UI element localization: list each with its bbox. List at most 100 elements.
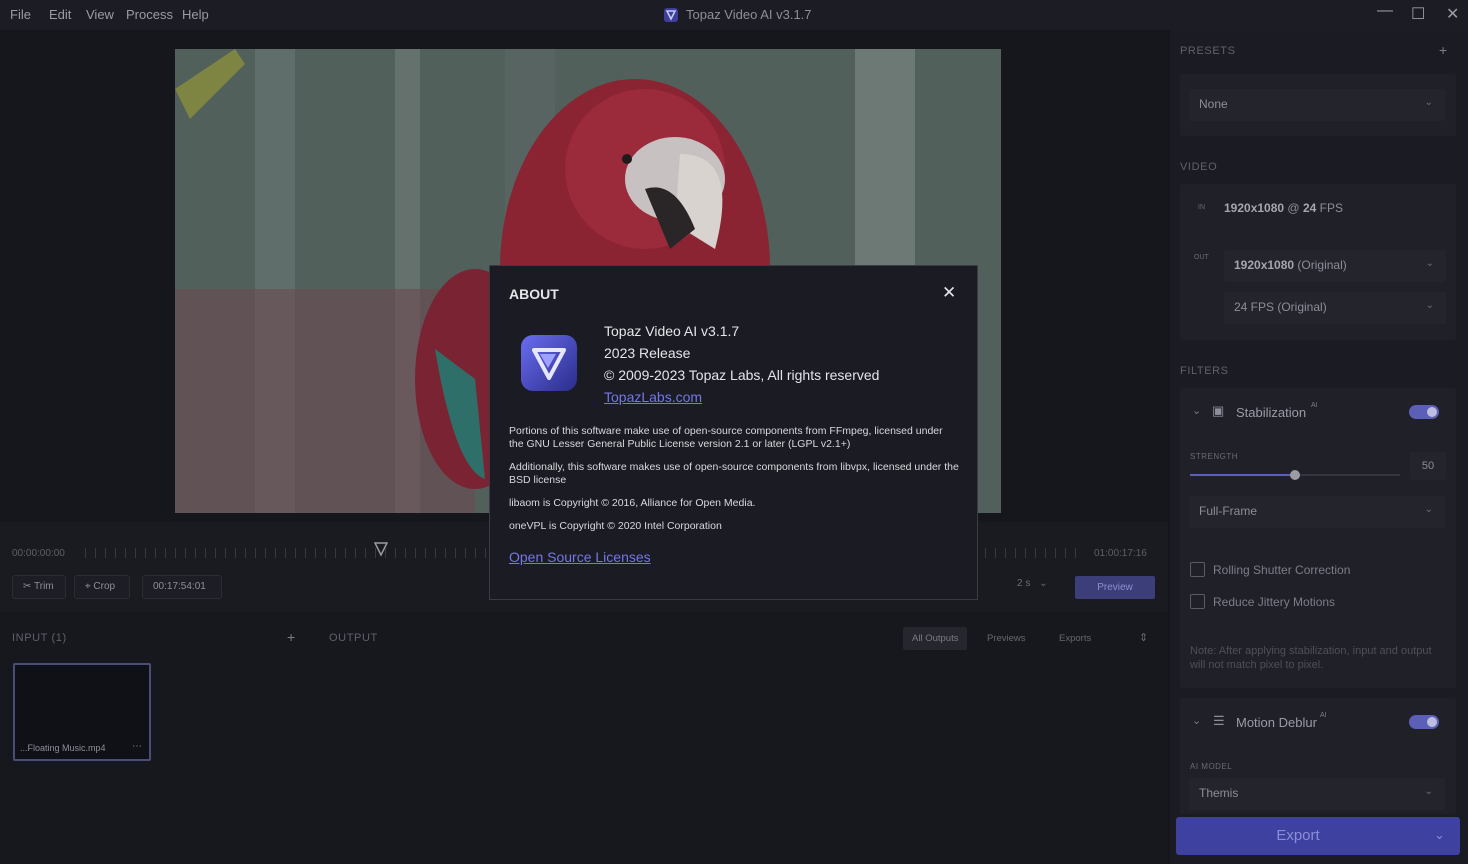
menu-view[interactable]: View [86,7,114,22]
about-release: 2023 Release [604,345,691,361]
stabilization-icon: ▣ [1212,403,1225,418]
chevron-down-icon: ⌄ [1424,504,1433,515]
zoom-select[interactable]: 2 s ⌄ [1017,578,1048,589]
menu-help[interactable]: Help [182,7,209,22]
menu-process[interactable]: Process [126,7,173,22]
input-header: INPUT (1) [12,632,67,644]
zoom-label: 2 s [1017,578,1031,589]
crop-icon: ⌖ [85,581,91,592]
out-fps: 24 FPS (Original) [1234,300,1327,314]
strength-slider[interactable] [1190,470,1400,480]
ai-model-value: Themis [1199,786,1239,800]
out-label: OUT [1194,254,1209,261]
stabilization-name: Stabilization [1236,405,1307,420]
in-fps: 24 [1302,201,1317,215]
rolling-shutter-checkbox[interactable] [1190,562,1205,577]
presets-value: None [1199,97,1228,111]
motion-deblur-ai-badge: AI [1320,712,1327,719]
export-button[interactable]: Export ⌄ [1176,817,1460,855]
presets-header: PRESETS [1180,45,1236,57]
in-fps-unit: FPS [1319,201,1343,215]
reduce-jittery-label: Reduce Jittery Motions [1213,595,1336,609]
playhead-icon[interactable] [374,542,388,558]
rolling-shutter-label: Rolling Shutter Correction [1213,563,1351,577]
motion-deblur-toggle[interactable] [1409,715,1439,729]
reduce-jittery-checkbox[interactable] [1190,594,1205,609]
stabilization-toggle[interactable] [1409,405,1439,419]
strength-fill [1190,474,1295,476]
stabilization-card [1180,388,1456,688]
ffmpeg-note: Portions of this software make use of op… [509,425,943,450]
stabilization-mode-dropdown[interactable]: Full-Frame ⌄ [1189,496,1445,528]
ai-model-label: AI MODEL [1190,762,1233,771]
menu-file[interactable]: File [10,7,31,22]
output-resolution-dropdown[interactable]: 1920x1080 (Original) ⌄ [1224,250,1446,282]
chevron-down-icon[interactable]: ⌄ [1434,827,1445,843]
filters-header: FILTERS [1180,365,1229,377]
topaz-logo-icon [521,335,577,391]
tab-all-outputs[interactable]: All Outputs [903,627,968,650]
tab-exports[interactable]: Exports [1050,627,1100,650]
output-panel [318,615,1168,864]
export-label: Export [1276,827,1320,844]
sort-icon[interactable]: ⇕ [1139,631,1148,644]
chevron-down-icon: ⌄ [1425,258,1434,269]
minimize-icon[interactable]: — [1377,2,1393,20]
input-video-info: 1920x1080 @ 24 FPS [1224,201,1343,215]
about-title: ABOUT [509,286,559,302]
open-source-licenses-link[interactable]: Open Source Licenses [509,549,651,565]
more-icon[interactable]: ⋯ [132,741,142,752]
chevron-down-icon: ⌄ [1039,578,1048,589]
crop-button[interactable]: ⌖ Crop [74,575,130,599]
out-resolution-note: (Original) [1297,258,1347,272]
input-thumbnail[interactable]: ...Floating Music.mp4 ⋯ [13,663,151,761]
out-resolution: 1920x1080 [1234,258,1295,272]
in-resolution: 1920x1080 [1224,201,1285,215]
chevron-down-icon: ⌄ [1424,786,1433,797]
menu-edit[interactable]: Edit [49,7,71,22]
libaom-note: libaom is Copyright © 2016, Alliance for… [509,497,756,509]
output-fps-dropdown[interactable]: 24 FPS (Original) ⌄ [1224,292,1446,324]
motion-deblur-name: Motion Deblur [1236,715,1317,730]
add-preset-button[interactable]: + [1439,42,1447,58]
strength-handle[interactable] [1290,470,1300,480]
add-input-button[interactable]: + [287,629,295,645]
timeline-start-time: 00:00:00:00 [12,548,65,559]
website-link[interactable]: TopazLabs.com [604,389,702,405]
video-header: VIDEO [1180,161,1218,173]
stabilization-note: Note: After applying stabilization, inpu… [1190,645,1432,671]
chevron-down-icon: ⌄ [1424,97,1433,108]
topaz-logo-icon [664,8,678,22]
chevron-down-icon: ⌄ [1425,300,1434,311]
libvpx-note: Additionally, this software makes use of… [509,461,959,486]
chevron-down-icon[interactable]: ⌄ [1192,714,1201,727]
in-label: IN [1198,204,1205,211]
stabilization-mode: Full-Frame [1199,504,1258,518]
presets-dropdown[interactable]: None ⌄ [1189,89,1445,121]
motion-deblur-icon: ☰ [1213,713,1225,728]
close-icon[interactable]: ✕ [1446,4,1459,24]
current-time-value: 00:17:54:01 [153,581,206,592]
trim-button[interactable]: ✂ Trim [12,575,66,599]
current-time-field[interactable]: 00:17:54:01 [142,575,222,599]
tab-previews[interactable]: Previews [978,627,1035,650]
crop-label: Crop [93,581,116,592]
in-at: @ [1287,201,1300,215]
about-dialog: ABOUT ✕ Topaz Video AI v3.1.7 2023 Relea… [489,265,978,600]
onevpl-note: oneVPL is Copyright © 2020 Intel Corpora… [509,520,722,532]
app-title: Topaz Video AI v3.1.7 [686,7,812,22]
stabilization-ai-badge: AI [1311,402,1318,409]
preview-button[interactable]: Preview [1075,576,1155,599]
timeline-end-time: 01:00:17:16 [1094,548,1147,559]
output-header: OUTPUT [329,632,378,644]
scissors-icon: ✂ [23,581,32,592]
input-file-name: ...Floating Music.mp4 [20,743,106,753]
strength-label: STRENGTH [1190,452,1238,461]
close-icon[interactable]: ✕ [942,283,956,303]
chevron-down-icon[interactable]: ⌄ [1192,404,1201,417]
ai-model-dropdown[interactable]: Themis ⌄ [1189,778,1445,810]
strength-input[interactable]: 50 [1410,452,1446,480]
maximize-icon[interactable]: ☐ [1411,4,1425,24]
trim-label: Trim [34,581,54,592]
about-copyright: © 2009-2023 Topaz Labs, All rights reser… [604,367,880,383]
